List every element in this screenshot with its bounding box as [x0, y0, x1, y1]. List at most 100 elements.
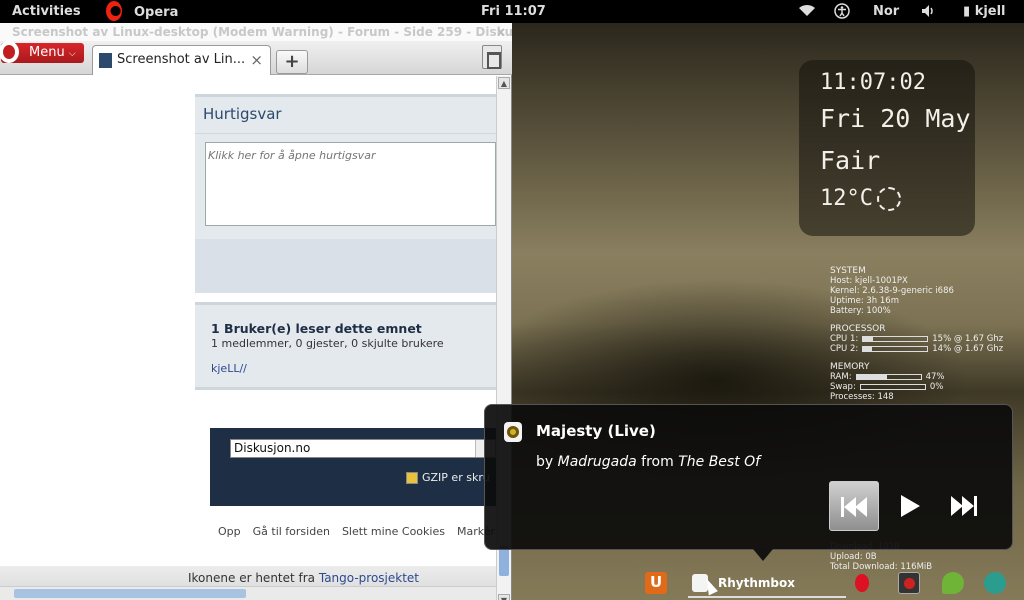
gzip-text: GZIP er skru — [422, 471, 490, 484]
conky-time: 11:07:02 — [820, 70, 926, 95]
scrollbar-thumb[interactable] — [14, 589, 246, 598]
horizontal-scrollbar[interactable] — [0, 586, 496, 600]
cpu2-row: CPU 2: 14% @ 1.67 Ghz — [830, 344, 1020, 354]
top-panel: Activities Opera Fri 11:07 Nor ▮ kjell — [0, 0, 1024, 23]
artist-name: Madrugada — [557, 454, 637, 470]
app-menu-opera[interactable]: Opera — [106, 1, 179, 21]
conky-date: Fri 20 May — [820, 104, 971, 133]
cpu1-row: CPU 1: 15% @ 1.67 Ghz — [830, 334, 1020, 344]
site-footer: Diskusjon.no GZIP er skru — [210, 428, 496, 506]
chevron-down-icon: ⌵ — [68, 49, 76, 59]
system-heading: SYSTEM — [830, 266, 866, 276]
tab-close-icon[interactable]: × — [250, 46, 263, 74]
tango-link[interactable]: Tango-prosjektet — [319, 571, 419, 585]
ram-row: RAM: 47% — [830, 372, 1020, 382]
opera-icon[interactable] — [855, 574, 869, 592]
chat-icon[interactable] — [942, 572, 964, 594]
gzip-icon — [406, 471, 418, 484]
tab-bar: Menu ⌵ Screenshot av Lin... × + — [0, 41, 512, 75]
footer-links: Opp Gå til forsiden Slett mine Cookies Mark… — [218, 525, 496, 538]
clock[interactable]: Fri 11:07 — [481, 3, 546, 20]
rhythmbox-notification[interactable]: Majesty (Live) by Madrugada from The Bes… — [484, 404, 1013, 561]
swap-value: 0% — [929, 382, 944, 392]
ram-bar — [855, 374, 922, 380]
conky-system-info: SYSTEM Host: kjell-1001PX Kernel: 2.6.38… — [830, 266, 1020, 572]
track-details: by Madrugada from The Best Of — [536, 454, 760, 470]
opera-logo-icon — [0, 41, 19, 63]
activities-button[interactable]: Activities — [12, 3, 81, 20]
scroll-down-icon[interactable]: ▼ — [498, 594, 510, 600]
cpu2-bar — [862, 346, 929, 352]
reader-user-link[interactable]: kjeLL// — [211, 362, 247, 375]
from-text: from — [636, 454, 679, 470]
readers-subtitle: 1 medlemmer, 0 gjester, 0 skjulte bruker… — [211, 337, 444, 350]
site-select-dropdown[interactable]: Diskusjon.no — [230, 439, 496, 458]
site-select-value: Diskusjon.no — [234, 441, 311, 455]
cpu2-value: 14% @ 1.67 Ghz — [932, 344, 1004, 354]
page-content: Hurtigsvar 1 Bruker(e) leser dette emnet… — [0, 76, 496, 566]
scrollbar-thumb[interactable] — [499, 546, 509, 576]
new-tab-button[interactable]: + — [276, 50, 308, 74]
skip-back-icon — [841, 497, 867, 517]
tab-forum-thread[interactable]: Screenshot av Lin... × — [92, 45, 271, 75]
conky-weather-condition: Fair — [820, 146, 881, 175]
scroll-up-icon[interactable]: ▲ — [498, 77, 510, 89]
swap-label: Swap: — [830, 382, 856, 392]
window-close-icon[interactable]: × — [496, 23, 506, 41]
keyboard-layout-indicator[interactable]: Nor — [873, 3, 899, 20]
footer-link[interactable]: Gå til forsiden — [253, 525, 330, 538]
kernel-info: Kernel: 2.6.38-9-generic i686 — [830, 286, 954, 296]
sun-icon — [876, 186, 901, 211]
volume-icon[interactable] — [920, 3, 936, 24]
quick-reply-title: Hurtigsvar — [203, 105, 282, 123]
quick-reply-box: Hurtigsvar — [195, 94, 496, 293]
opera-window: Screenshot av Linux-desktop (Modem Warni… — [0, 23, 512, 600]
quick-reply-input[interactable] — [205, 142, 496, 226]
footer-link[interactable]: Opp — [218, 525, 241, 538]
by-text: by — [536, 454, 558, 470]
status-prefix: Ikonene er hentet fra — [188, 571, 319, 585]
rhythmbox-icon — [504, 422, 522, 442]
cpu1-label: CPU 1: — [830, 334, 859, 344]
status-text: Ikonene er hentet fra Tango-prosjektet — [188, 571, 419, 585]
cpu2-bar-fill — [863, 347, 873, 351]
ubuntu-one-icon[interactable] — [645, 572, 667, 594]
rhythmbox-tray-label[interactable]: Rhythmbox — [718, 576, 795, 590]
cpu2-label: CPU 2: — [830, 344, 859, 354]
user-name: kjell — [974, 4, 1006, 19]
ram-label: RAM: — [830, 372, 852, 382]
wifi-icon[interactable] — [797, 2, 817, 23]
next-track-button[interactable] — [939, 481, 989, 531]
swap-row: Swap: 0% — [830, 382, 1020, 392]
opera-logo-icon — [106, 1, 122, 21]
network-icon[interactable] — [984, 572, 1006, 594]
window-title: Screenshot av Linux-desktop (Modem Warni… — [12, 25, 512, 39]
chat-bubble-icon: ▮ — [963, 4, 975, 19]
host-info: Host: kjell-1001PX — [830, 276, 908, 286]
opera-menu-button[interactable]: Menu ⌵ — [0, 41, 84, 63]
processor-heading: PROCESSOR — [830, 324, 886, 334]
memory-heading: MEMORY — [830, 362, 870, 372]
quick-reply-footer — [195, 239, 496, 293]
accessibility-icon[interactable] — [834, 3, 850, 24]
record-icon[interactable] — [898, 572, 920, 594]
tab-title: Screenshot av Lin... — [117, 52, 246, 67]
user-menu[interactable]: ▮ kjell — [963, 3, 1006, 20]
temperature-value: 12°C — [820, 186, 873, 211]
uptime-info: Uptime: 3h 16m — [830, 296, 899, 306]
gzip-status: GZIP er skru — [406, 471, 490, 484]
skip-forward-icon — [951, 496, 977, 516]
cpu1-value: 15% @ 1.67 Ghz — [932, 334, 1004, 344]
footer-link[interactable]: Slett mine Cookies — [342, 525, 445, 538]
play-button[interactable] — [884, 481, 934, 531]
window-titlebar[interactable]: Screenshot av Linux-desktop (Modem Warni… — [0, 23, 512, 41]
previous-track-button[interactable] — [829, 481, 879, 531]
menu-label: Menu — [29, 45, 65, 60]
app-menu-label: Opera — [134, 4, 179, 20]
message-tray: Rhythmbox — [600, 568, 1024, 600]
readers-title: 1 Bruker(e) leser dette emnet — [211, 321, 422, 336]
ram-bar-fill — [856, 375, 887, 379]
conky-clock-widget: 11:07:02 Fri 20 May Fair 12°C — [799, 60, 975, 236]
play-icon — [901, 495, 920, 517]
trash-icon[interactable] — [482, 45, 502, 69]
